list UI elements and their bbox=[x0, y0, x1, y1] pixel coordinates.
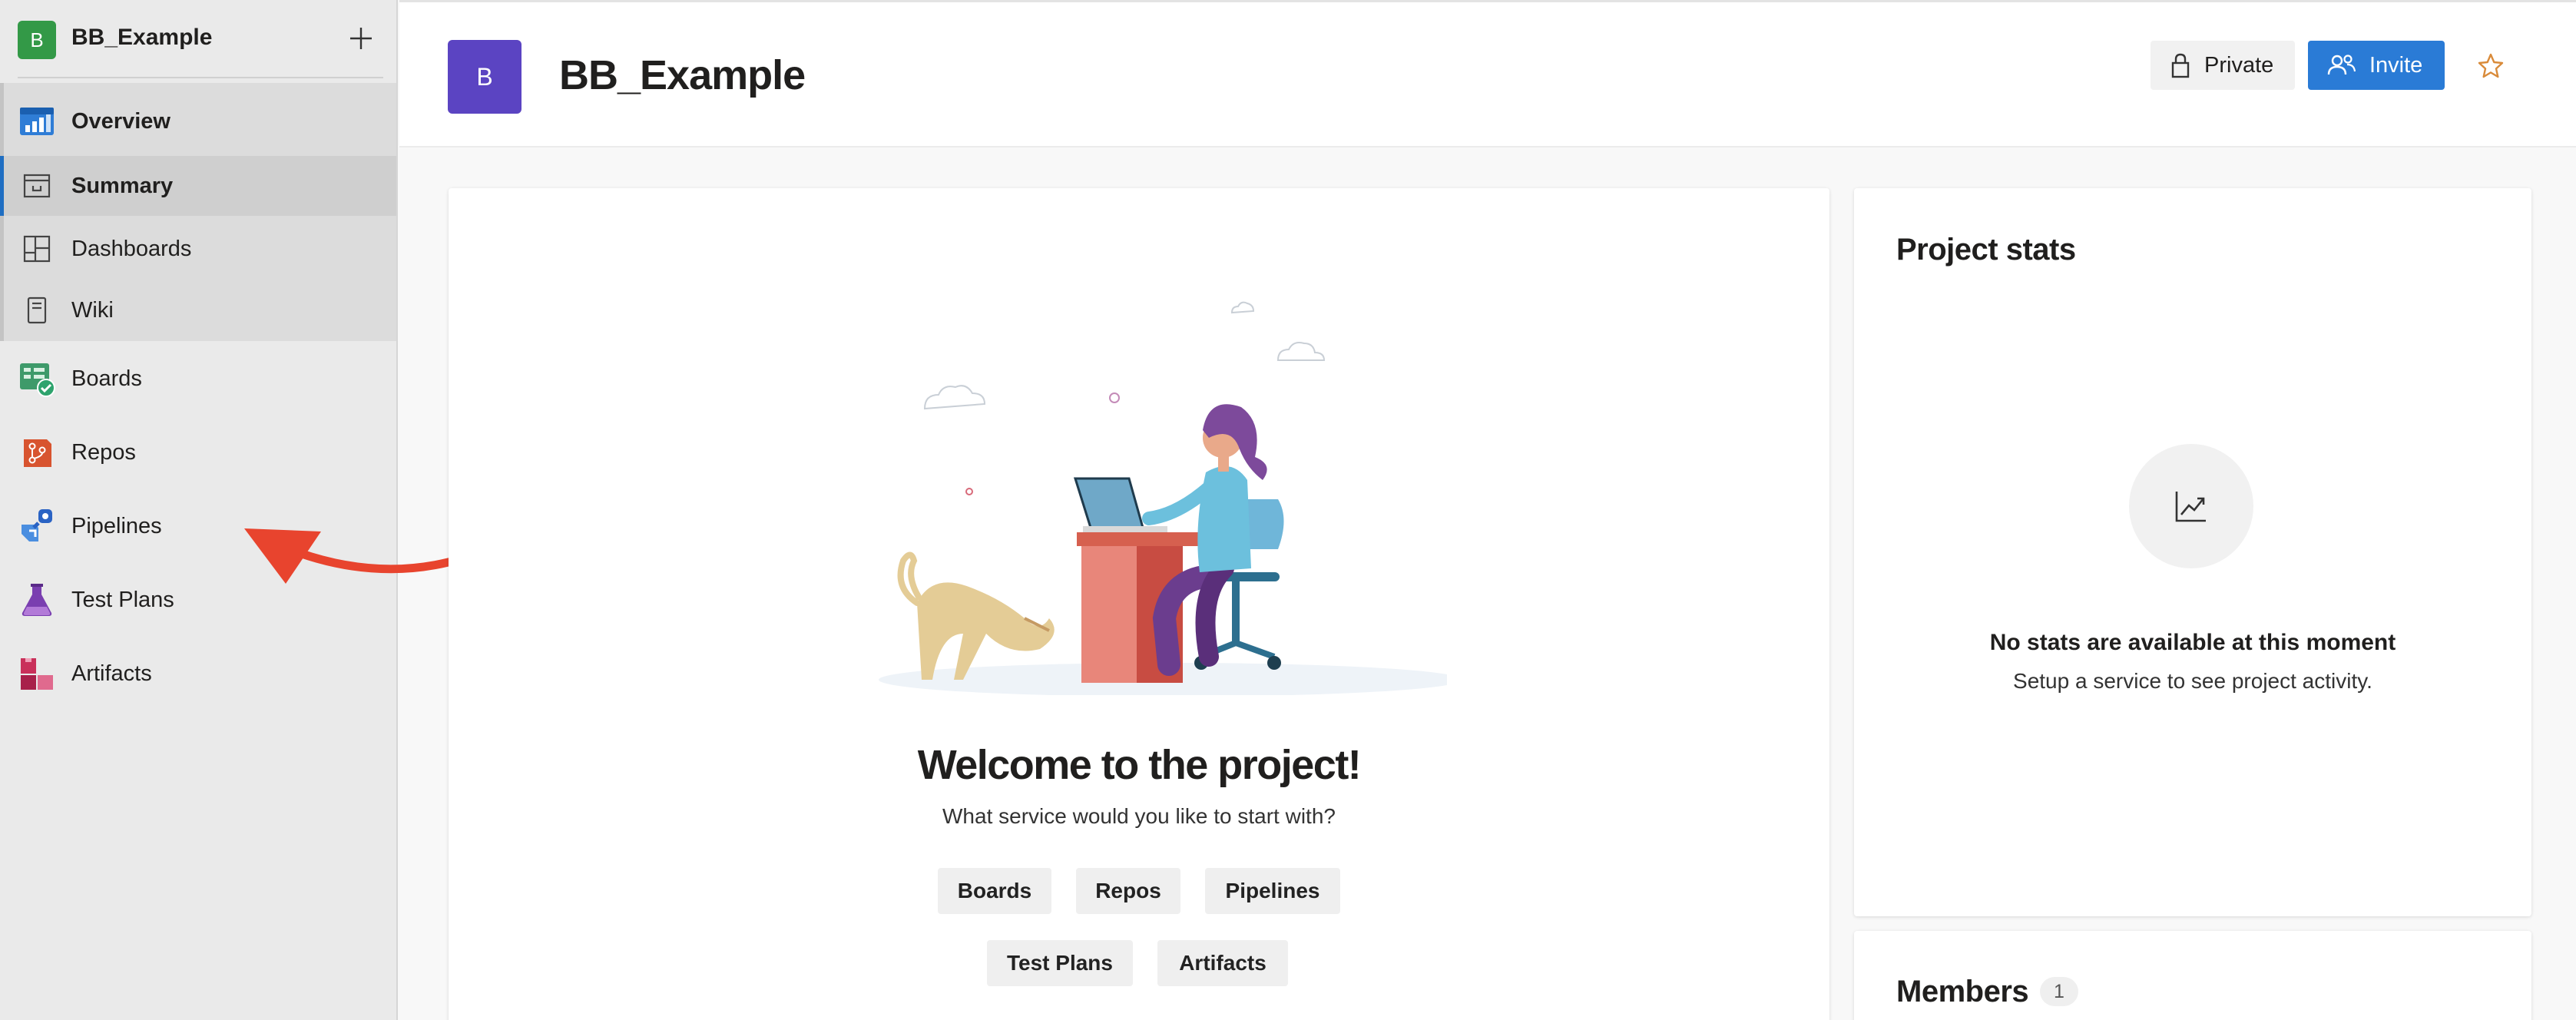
private-label: Private bbox=[2204, 53, 2274, 78]
sidebar-item-label: Artifacts bbox=[71, 661, 152, 686]
welcome-title: Welcome to the project! bbox=[917, 742, 1362, 788]
stats-empty-title: No stats are available at this moment bbox=[1989, 630, 2396, 655]
summary-icon bbox=[17, 166, 57, 206]
sidebar-item-label: Test Plans bbox=[71, 587, 174, 612]
repos-icon bbox=[17, 432, 57, 472]
lock-icon bbox=[2169, 51, 2192, 85]
invite-people-icon bbox=[2326, 53, 2357, 84]
members-count-badge: 1 bbox=[2040, 977, 2078, 1006]
members-card: Members 1 bbox=[1854, 931, 2531, 1020]
page-title: BB_Example bbox=[559, 52, 806, 98]
pipelines-icon bbox=[17, 506, 57, 546]
dashboards-icon bbox=[17, 229, 57, 269]
plus-icon bbox=[350, 28, 372, 49]
project-stats-title: Project stats bbox=[1896, 233, 2076, 267]
project-avatar-large: B bbox=[448, 40, 521, 114]
invite-label: Invite bbox=[2369, 53, 2423, 78]
wiki-icon bbox=[17, 290, 57, 330]
overview-icon bbox=[17, 101, 57, 141]
boards-icon bbox=[17, 359, 57, 399]
start-repos-button[interactable]: Repos bbox=[1076, 868, 1180, 914]
welcome-illustration bbox=[879, 301, 1447, 695]
members-title: Members bbox=[1896, 975, 2029, 1008]
sidebar-item-boards[interactable]: Boards bbox=[0, 357, 396, 400]
stats-placeholder bbox=[2129, 444, 2253, 568]
sidebar-item-label: Summary bbox=[71, 173, 174, 198]
project-header-bar: B BB_Example Private Invite bbox=[399, 0, 2576, 147]
sidebar-item-artifacts[interactable]: Artifacts bbox=[0, 652, 396, 695]
project-header[interactable]: B BB_Example bbox=[0, 0, 396, 77]
test-plans-icon bbox=[17, 580, 57, 620]
invite-button[interactable]: Invite bbox=[2308, 41, 2445, 90]
sidebar-item-repos[interactable]: Repos bbox=[0, 431, 396, 474]
add-project-button[interactable] bbox=[344, 22, 378, 55]
sidebar-item-dashboards[interactable]: Dashboards bbox=[0, 227, 396, 270]
sidebar-item-label: Dashboards bbox=[71, 236, 192, 261]
favorite-button[interactable] bbox=[2473, 48, 2508, 84]
start-test-plans-button[interactable]: Test Plans bbox=[987, 940, 1133, 986]
sidebar-item-label: Pipelines bbox=[71, 513, 162, 538]
start-pipelines-button[interactable]: Pipelines bbox=[1205, 868, 1340, 914]
sidebar-item-label: Overview bbox=[71, 108, 171, 134]
sidebar-item-label: Boards bbox=[71, 366, 142, 391]
welcome-card: Welcome to the project! What service wou… bbox=[449, 188, 1829, 1020]
welcome-subtitle: What service would you like to start wit… bbox=[942, 804, 1336, 828]
sidebar-item-summary[interactable]: Summary bbox=[0, 156, 396, 216]
project-stats-card: Project stats No stats are available at … bbox=[1854, 188, 2531, 916]
artifacts-icon bbox=[17, 654, 57, 694]
sidebar-item-label: Repos bbox=[71, 439, 136, 465]
header-divider bbox=[18, 77, 383, 78]
project-name: BB_Example bbox=[71, 25, 213, 50]
sidebar-item-overview[interactable]: Overview bbox=[0, 100, 396, 143]
sidebar-item-label: Wiki bbox=[71, 297, 114, 323]
trending-chart-icon bbox=[2175, 492, 2206, 522]
star-icon bbox=[2478, 53, 2504, 78]
start-boards-button[interactable]: Boards bbox=[938, 868, 1051, 914]
private-button[interactable]: Private bbox=[2151, 41, 2295, 90]
project-avatar: B bbox=[18, 21, 56, 59]
start-artifacts-button[interactable]: Artifacts bbox=[1157, 940, 1288, 986]
stats-empty-subtitle: Setup a service to see project activity. bbox=[2013, 669, 2372, 693]
sidebar-item-wiki[interactable]: Wiki bbox=[0, 289, 396, 332]
